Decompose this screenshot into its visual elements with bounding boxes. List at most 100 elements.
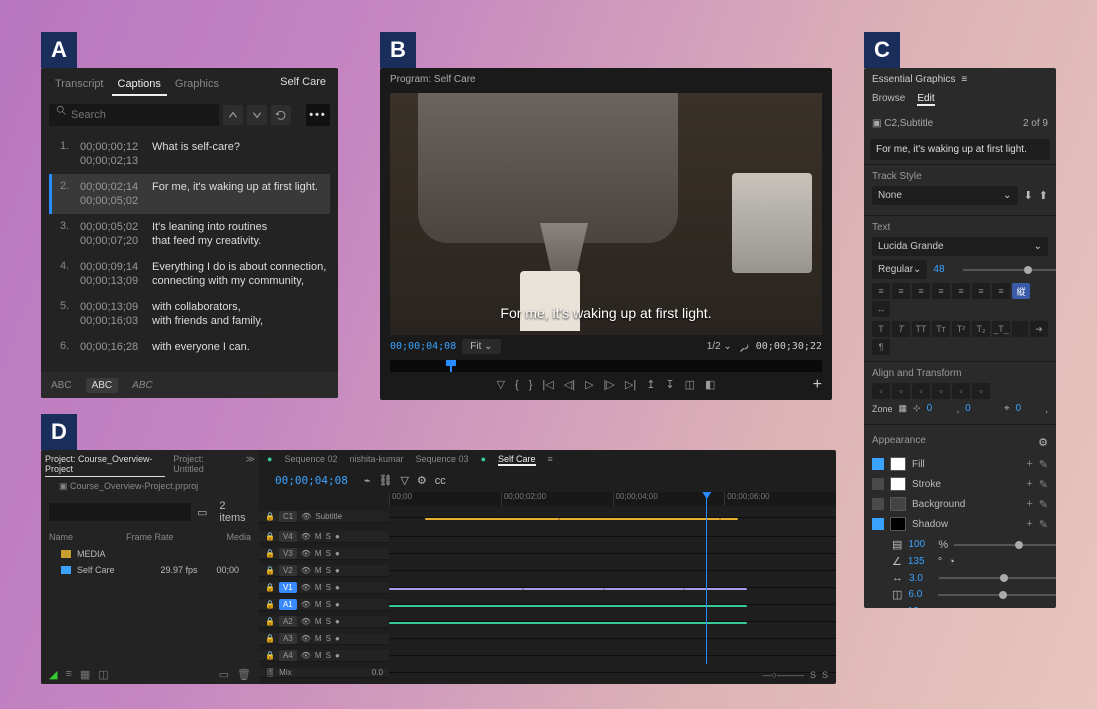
clip[interactable]: Making_Coffee03.mp4 xyxy=(604,588,684,590)
more-button[interactable]: ••• xyxy=(306,104,330,126)
timeline-ruler[interactable]: 00;0000;00;02;0000;00;04;0000;00;06;00 xyxy=(389,492,836,506)
download-style-icon[interactable]: ⬇ xyxy=(1024,189,1033,202)
export-frame-button[interactable]: ◫ xyxy=(685,378,695,391)
tab-captions[interactable]: Captions xyxy=(112,74,167,96)
clip[interactable]: It... xyxy=(720,518,738,520)
track-lane[interactable] xyxy=(389,536,836,537)
track-lane[interactable] xyxy=(389,621,836,622)
shadow-angle[interactable]: 135 xyxy=(908,556,932,567)
clip[interactable]: For me, it's waking up at first light. xyxy=(559,518,720,520)
caption-row[interactable]: 3. 00;00;05;0200;00;07;20 It's leaning i… xyxy=(49,214,330,254)
allcaps-icon[interactable]: TT xyxy=(912,321,930,337)
caption-style-1[interactable]: ABC xyxy=(51,380,72,391)
col-name[interactable]: Name xyxy=(49,532,73,542)
wrench-icon[interactable] xyxy=(738,341,750,353)
panel-menu-icon[interactable]: ≡ xyxy=(548,454,553,466)
eyedropper-icon[interactable]: ✎ xyxy=(1039,458,1048,471)
caption-text-input[interactable]: For me, it's waking up at first light. xyxy=(870,139,1050,160)
tab-transcript[interactable]: Transcript xyxy=(49,74,110,96)
button-editor[interactable]: + xyxy=(813,376,822,394)
panel-menu-icon[interactable]: ≫ xyxy=(246,454,255,477)
track-lane[interactable] xyxy=(389,553,836,554)
font-dropdown[interactable]: Lucida Grande⌄ xyxy=(872,237,1048,256)
extract-button[interactable]: ↧ xyxy=(665,378,674,391)
project-row[interactable]: MEDIA xyxy=(41,546,259,562)
align-vcenter-icon[interactable]: ≡ xyxy=(972,283,990,299)
program-timebar[interactable] xyxy=(390,360,822,372)
track-header[interactable]: 🔒V3👁MS● xyxy=(259,548,389,560)
smallcaps-icon[interactable]: Tᴛ xyxy=(932,321,950,337)
clip[interactable]: Counter_Servi xyxy=(684,588,747,590)
snap-icon[interactable]: ⌁ xyxy=(364,474,371,487)
step-back-button[interactable]: ◁| xyxy=(564,378,575,391)
clip[interactable] xyxy=(389,622,747,624)
add-icon[interactable]: + xyxy=(1026,518,1032,530)
track-header[interactable]: 🔒A1👁MS● xyxy=(259,599,389,611)
upload-style-icon[interactable]: ⬆ xyxy=(1039,189,1048,202)
ligature-icon[interactable]: ➜ xyxy=(1030,321,1048,337)
track-header[interactable]: 🔒A3👁MS● xyxy=(259,633,389,645)
color-swatch[interactable] xyxy=(890,477,906,491)
linked-selection-icon[interactable]: ⛓ xyxy=(378,474,392,487)
marker-icon[interactable]: ▽ xyxy=(400,474,408,487)
opacity-slider[interactable] xyxy=(954,544,1056,546)
zone-grid[interactable]: ▦ xyxy=(899,403,908,414)
add-icon[interactable]: + xyxy=(1026,478,1032,490)
settings-icon[interactable]: ⚙ xyxy=(417,474,427,487)
pos-x[interactable]: 0 xyxy=(927,403,951,414)
timeline-timecode[interactable]: 00;00;04;08 xyxy=(267,470,356,491)
settings-icon[interactable]: ⚙ xyxy=(1038,436,1048,449)
track-lane[interactable] xyxy=(389,655,836,656)
track-header[interactable]: 🔒V1👁MS● xyxy=(259,582,389,594)
clip[interactable] xyxy=(389,605,747,607)
playhead[interactable] xyxy=(706,492,707,664)
track-lane[interactable] xyxy=(389,604,836,605)
pos-y[interactable]: 0 xyxy=(965,403,989,414)
color-swatch[interactable] xyxy=(890,457,906,471)
faux-italic-icon[interactable]: T xyxy=(892,321,910,337)
tab-graphics[interactable]: Graphics xyxy=(169,74,225,96)
appearance-checkbox[interactable] xyxy=(872,498,884,510)
panel-menu-icon[interactable]: ≡ xyxy=(961,74,967,85)
eg-tab-edit[interactable]: Edit xyxy=(917,93,934,106)
solo-button[interactable]: S xyxy=(810,670,816,680)
project-tab-1[interactable]: Project: Course_Overview-Project xyxy=(45,454,165,477)
shadow-blur[interactable]: 12 xyxy=(908,606,932,608)
color-swatch[interactable] xyxy=(890,497,906,511)
resolution-dropdown[interactable]: 1/2 ⌄ xyxy=(707,341,732,352)
col-framerate[interactable]: Frame Rate xyxy=(126,532,174,542)
shadow-size[interactable]: 6.0 xyxy=(908,589,932,600)
go-to-out-button[interactable]: ▷| xyxy=(625,378,636,391)
rtl-icon[interactable]: ↔ xyxy=(872,301,890,317)
track-header[interactable]: 🔒V4👁MS● xyxy=(259,531,389,543)
appearance-checkbox[interactable] xyxy=(872,518,884,530)
add-marker-button[interactable]: ▽ xyxy=(497,378,505,391)
list-view-icon[interactable]: ≡ xyxy=(65,668,71,680)
nav-up-button[interactable] xyxy=(223,105,243,125)
snap-button[interactable]: S xyxy=(822,670,828,680)
track-style-dropdown[interactable]: None⌄ xyxy=(872,186,1018,205)
weight-dropdown[interactable]: Regular⌄ xyxy=(872,260,927,279)
fit-dropdown[interactable]: Fit ⌄ xyxy=(462,339,500,354)
icon-view-icon[interactable]: ▦ xyxy=(80,668,90,681)
mark-in-button[interactable]: { xyxy=(515,379,519,391)
seq-tab-3[interactable]: Self Care xyxy=(498,454,536,466)
caption-style-2[interactable]: ABC xyxy=(86,378,119,393)
cc-icon[interactable]: cc xyxy=(435,475,446,487)
program-viewport[interactable]: For me, it's waking up at first light. xyxy=(390,93,822,335)
seq-tab-1[interactable]: nishita-kumar xyxy=(349,454,403,466)
hindi-icon[interactable]: ¶ xyxy=(872,339,890,355)
distance-slider[interactable] xyxy=(939,577,1056,579)
track-lane[interactable]: What is self-care?For me, it's waking up… xyxy=(389,517,836,518)
appearance-checkbox[interactable] xyxy=(872,478,884,490)
size-slider[interactable] xyxy=(938,594,1056,596)
align-right-icon[interactable]: ≡ xyxy=(912,283,930,299)
caption-row[interactable]: 5. 00;00;13;0900;00;16;03 with collabora… xyxy=(49,294,330,334)
eyedropper-icon[interactable]: ✎ xyxy=(1039,478,1048,491)
align-top-icon[interactable]: ≡ xyxy=(952,283,970,299)
superscript-icon[interactable]: T² xyxy=(952,321,970,337)
subscript-icon[interactable]: T₂ xyxy=(972,321,990,337)
refresh-button[interactable] xyxy=(271,105,291,125)
shadow-opacity[interactable]: 100 xyxy=(908,539,932,550)
layer-name[interactable]: C2,Subtitle xyxy=(884,118,933,129)
